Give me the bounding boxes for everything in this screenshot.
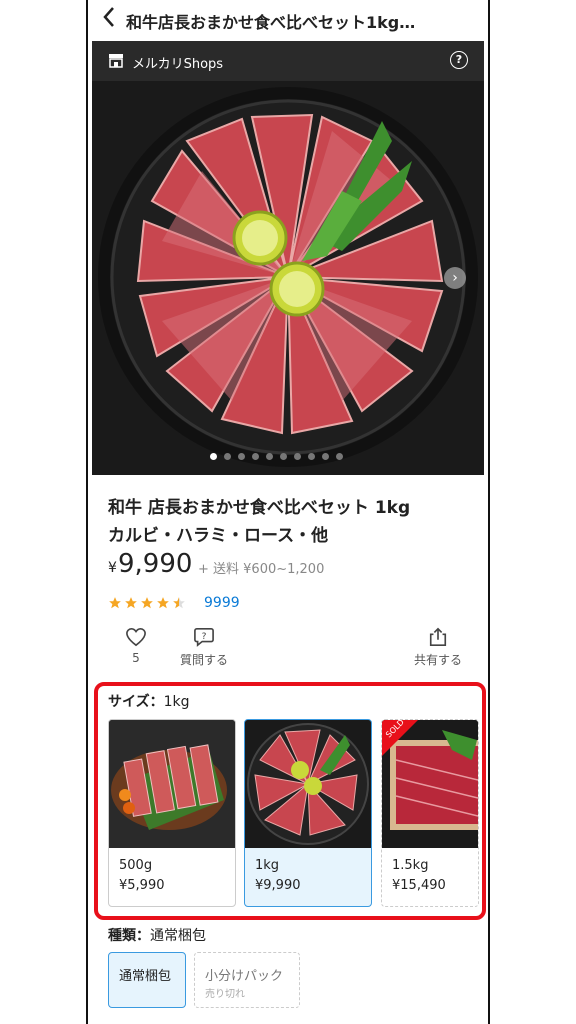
star-icon bbox=[157, 597, 169, 609]
top-bar: 和牛店長おまかせ食べ比べセット1kg… bbox=[88, 0, 488, 38]
carousel-dot bbox=[266, 453, 273, 460]
question-button[interactable]: ? 質問する bbox=[176, 627, 232, 668]
packaging-option-label: 通常梱包 bbox=[119, 969, 172, 984]
rating-count[interactable]: 9999 bbox=[204, 595, 240, 611]
carousel-dot bbox=[322, 453, 329, 460]
rating-stars bbox=[108, 596, 186, 610]
size-label: サイズ：1kg bbox=[108, 691, 190, 711]
carousel-dot bbox=[224, 453, 231, 460]
shop-bar[interactable]: メルカリShops ? bbox=[92, 41, 484, 81]
packaging-option-normal[interactable]: 通常梱包 bbox=[108, 952, 186, 1008]
packaging-selected-value: 通常梱包 bbox=[150, 928, 206, 944]
question-bubble-icon: ? bbox=[194, 628, 214, 647]
packaging-option-small-pack[interactable]: 小分けパック 売り切れ bbox=[194, 952, 300, 1008]
half-star-icon bbox=[173, 597, 185, 609]
size-option-price: ¥5,990 bbox=[119, 878, 165, 893]
carousel-dot bbox=[336, 453, 343, 460]
share-label: 共有する bbox=[413, 653, 462, 667]
back-icon[interactable] bbox=[102, 6, 116, 32]
size-option-weight: 1kg bbox=[255, 858, 280, 873]
product-image bbox=[98, 87, 478, 467]
share-icon bbox=[429, 627, 447, 646]
star-icon bbox=[109, 597, 121, 609]
size-option-weight: 500g bbox=[119, 858, 153, 873]
heart-icon bbox=[126, 627, 146, 647]
product-title: 和牛 店長おまかせ食べ比べセット 1kg カルビ・ハラミ・ロース・他 bbox=[108, 494, 478, 550]
share-button[interactable]: 共有する bbox=[410, 627, 466, 668]
like-button[interactable]: 5 bbox=[120, 627, 152, 665]
frame-left-border bbox=[86, 0, 88, 1024]
size-label-key: サイズ： bbox=[108, 694, 164, 710]
size-option-image bbox=[245, 720, 371, 848]
size-option-image bbox=[109, 720, 235, 848]
question-label: 質問する bbox=[179, 653, 228, 667]
shipping-fee: + 送料 ¥600~1,200 bbox=[198, 562, 325, 577]
packaging-option-status: 売り切れ bbox=[205, 989, 245, 1000]
carousel-indicator bbox=[210, 453, 343, 460]
packaging-label: 種類：通常梱包 bbox=[108, 925, 206, 945]
carousel-dot bbox=[308, 453, 315, 460]
size-option-price: ¥15,490 bbox=[392, 878, 446, 893]
shop-name: メルカリShops bbox=[132, 57, 224, 72]
size-option-image: SOLD bbox=[382, 720, 478, 848]
star-icon bbox=[125, 597, 137, 609]
svg-text:?: ? bbox=[202, 632, 207, 642]
carousel-dot bbox=[238, 453, 245, 460]
carousel-dot bbox=[252, 453, 259, 460]
size-selected-value: 1kg bbox=[163, 694, 190, 710]
size-option-1.5kg[interactable]: SOLD 1.5kg ¥15,490 bbox=[381, 719, 479, 907]
carousel-dot bbox=[280, 453, 287, 460]
size-option-price: ¥9,990 bbox=[255, 878, 301, 893]
carousel-dot bbox=[210, 453, 217, 460]
star-icon bbox=[141, 597, 153, 609]
product-title-line1: 和牛 店長おまかせ食べ比べセット 1kg bbox=[108, 498, 411, 518]
frame-right-border bbox=[488, 0, 490, 1024]
product-image-carousel[interactable]: › bbox=[92, 81, 484, 475]
size-option-weight: 1.5kg bbox=[392, 858, 429, 873]
like-count: 5 bbox=[132, 651, 140, 665]
shop-icon bbox=[109, 54, 123, 68]
carousel-dot bbox=[294, 453, 301, 460]
packaging-label-key: 種類： bbox=[108, 928, 150, 944]
size-option-1kg[interactable]: 1kg ¥9,990 bbox=[244, 719, 372, 907]
help-icon[interactable]: ? bbox=[450, 51, 468, 69]
product-title-line2: カルビ・ハラミ・ロース・他 bbox=[108, 526, 329, 546]
page-title: 和牛店長おまかせ食べ比べセット1kg… bbox=[126, 13, 416, 32]
product-price: 9,990 bbox=[118, 549, 193, 579]
price-currency: ¥ bbox=[108, 560, 117, 576]
packaging-option-label: 小分けパック bbox=[205, 969, 284, 984]
size-option-500g[interactable]: 500g ¥5,990 bbox=[108, 719, 236, 907]
next-image-button[interactable]: › bbox=[444, 267, 466, 289]
